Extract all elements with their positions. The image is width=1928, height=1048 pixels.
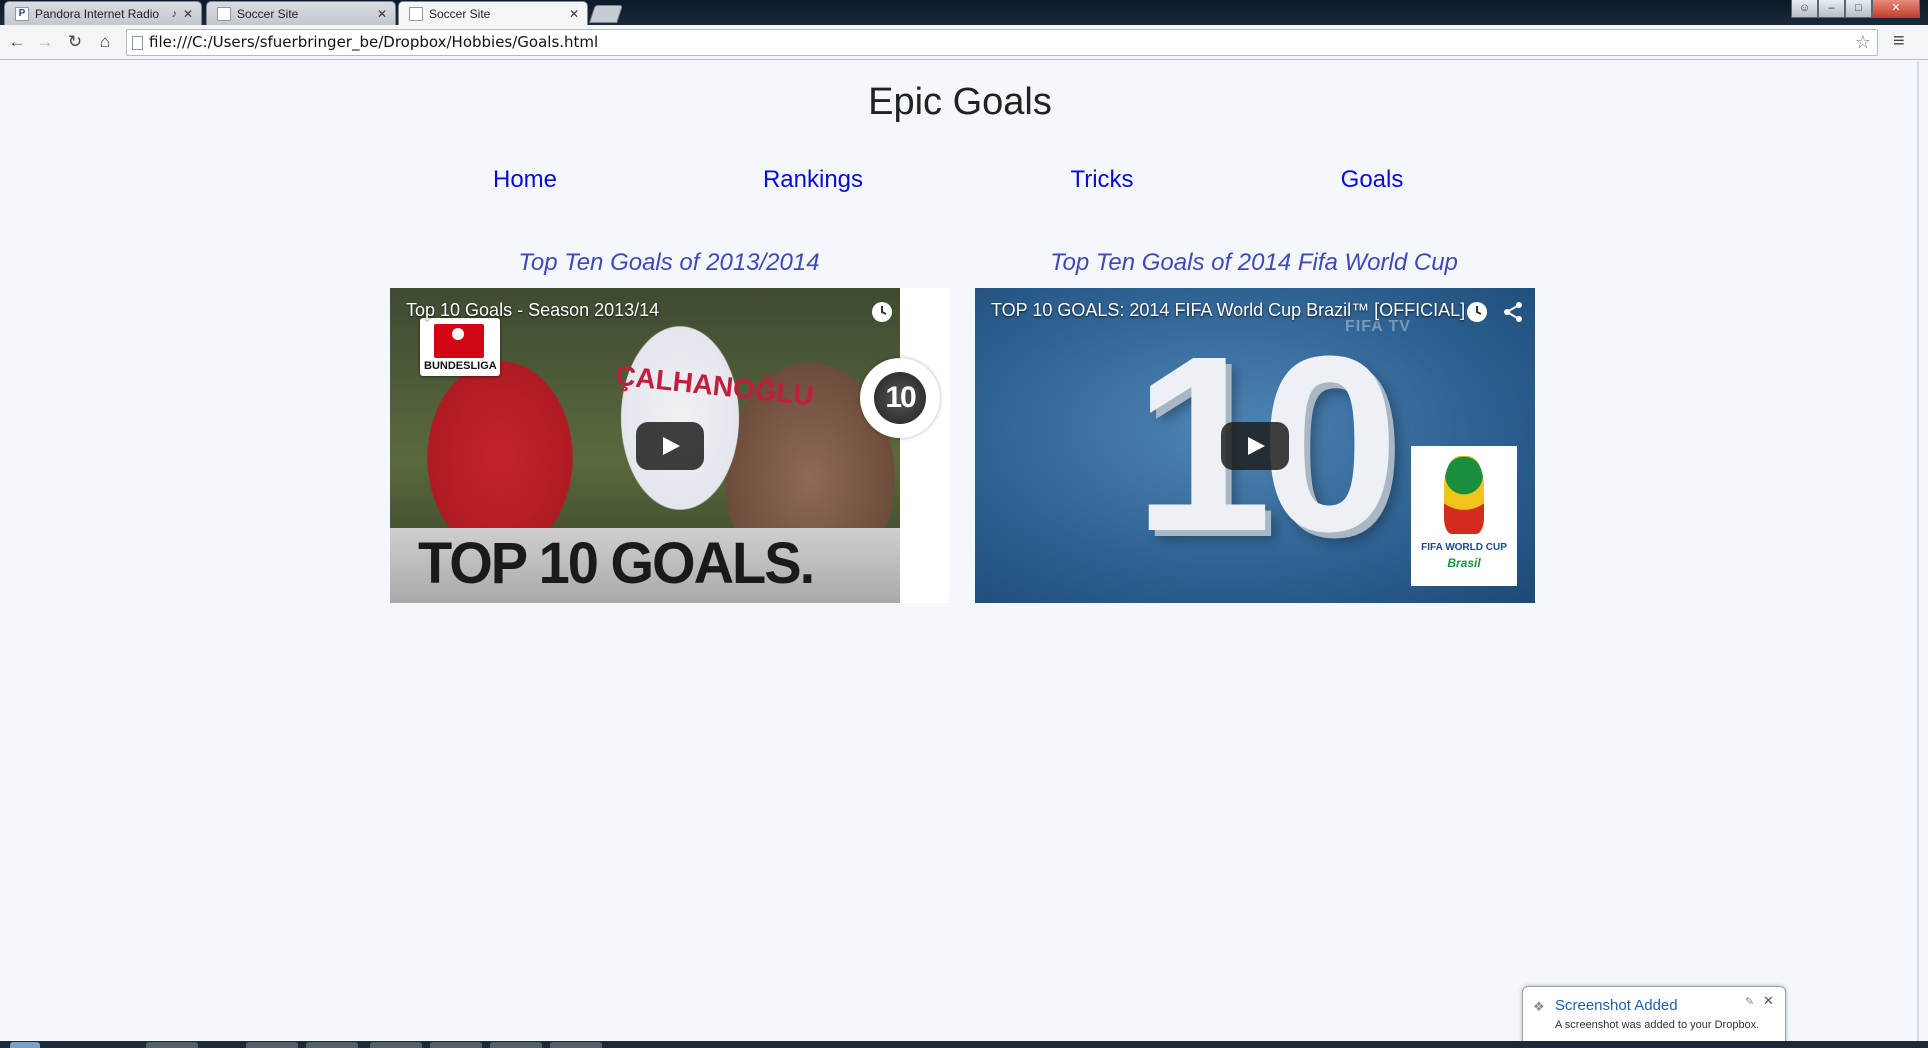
tab-label: Soccer Site: [429, 6, 491, 21]
page-title: Epic Goals: [868, 81, 1052, 123]
back-arrow-icon[interactable]: ←: [6, 31, 28, 53]
notification-title: Screenshot Added: [1555, 997, 1678, 1014]
video-title[interactable]: Top 10 Goals - Season 2013/14: [406, 300, 659, 321]
reload-icon[interactable]: ↻: [64, 31, 86, 53]
play-button[interactable]: [1221, 422, 1289, 470]
maximize-button[interactable]: □: [1845, 0, 1872, 18]
world-cup-logo: FIFA WORLD CUP Brasil: [1411, 446, 1517, 586]
start-button[interactable]: [10, 1042, 40, 1048]
bundesliga-logo-text: BUNDESLIGA: [424, 360, 497, 372]
menu-icon[interactable]: ≡: [1893, 30, 1905, 53]
scrollbar-rail: [1917, 61, 1919, 1041]
world-cup-logo-subtext: Brasil: [1447, 556, 1481, 570]
taskbar: [0, 1041, 1928, 1048]
browser-toolbar: ← → ↻ ⌂ file:///C:/Users/sfuerbringer_be…: [0, 25, 1928, 60]
taskbar-item[interactable]: [146, 1042, 198, 1048]
share-icon[interactable]: [906, 300, 930, 324]
pin-icon[interactable]: ✎: [1745, 995, 1754, 1008]
dropbox-notification[interactable]: ❖ Screenshot Added A screenshot was adde…: [1522, 986, 1786, 1042]
video-heading-world-cup: Top Ten Goals of 2014 Fifa World Cup: [1050, 249, 1458, 276]
notification-message: A screenshot was added to your Dropbox.: [1555, 1019, 1760, 1031]
nav-tricks-link[interactable]: Tricks: [1070, 166, 1133, 194]
minimize-button[interactable]: –: [1818, 0, 1845, 18]
tab-close-icon[interactable]: ✕: [375, 7, 389, 21]
taskbar-item[interactable]: [306, 1042, 358, 1048]
taskbar-item[interactable]: [370, 1042, 422, 1048]
page-favicon-icon: [409, 6, 423, 21]
bundesliga-mark-icon: [434, 324, 484, 358]
vertical-scrollbar[interactable]: [1908, 61, 1928, 1041]
page-content: Epic Goals Home Rankings Tricks Goals To…: [0, 61, 1908, 1041]
forward-arrow-icon[interactable]: →: [34, 31, 56, 53]
video-title[interactable]: TOP 10 GOALS: 2014 FIFA World Cup Brazil…: [991, 300, 1465, 321]
new-tab-button[interactable]: [589, 5, 623, 23]
tab-label: Soccer Site: [237, 6, 299, 21]
watch-later-clock-icon[interactable]: [870, 300, 894, 324]
top-ten-badge: 10: [860, 358, 940, 438]
url-text[interactable]: file:///C:/Users/sfuerbringer_be/Dropbox…: [149, 30, 598, 55]
video-embed-world-cup[interactable]: 10 FIFA TV FIFA WORLD CUP Brasil TOP 10 …: [975, 288, 1535, 603]
address-bar[interactable]: file:///C:/Users/sfuerbringer_be/Dropbox…: [126, 29, 1878, 56]
thumbnail-banner-text: TOP 10 GOALS.: [418, 529, 815, 596]
audio-playing-icon: ♪: [171, 7, 178, 20]
tab-pandora[interactable]: P Pandora Internet Radio ♪ ✕: [4, 1, 202, 25]
user-icon[interactable]: ☺: [1791, 0, 1818, 18]
badge-number: 10: [874, 372, 926, 424]
tab-soccer-site-1[interactable]: Soccer Site ✕: [206, 1, 396, 25]
nav-rankings-link[interactable]: Rankings: [763, 166, 863, 194]
bookmark-star-icon[interactable]: ☆: [1855, 32, 1871, 53]
tab-soccer-site-active[interactable]: Soccer Site ✕: [398, 1, 588, 25]
taskbar-item[interactable]: [246, 1042, 298, 1048]
video-heading-2013-2014: Top Ten Goals of 2013/2014: [518, 249, 820, 276]
watch-later-clock-icon[interactable]: [1465, 300, 1489, 324]
play-button[interactable]: [636, 422, 704, 470]
page-icon: [132, 36, 143, 50]
notification-close-icon[interactable]: ✕: [1763, 993, 1774, 1009]
world-cup-logo-text: FIFA WORLD CUP: [1421, 542, 1507, 553]
pandora-favicon-icon: P: [15, 6, 29, 21]
tab-close-icon[interactable]: ✕: [181, 7, 195, 21]
tab-close-icon[interactable]: ✕: [567, 7, 581, 21]
taskbar-item[interactable]: [550, 1042, 602, 1048]
nav-goals-link[interactable]: Goals: [1341, 166, 1404, 194]
page-favicon-icon: [217, 6, 231, 21]
video-embed-bundesliga[interactable]: ÇALHANOĞLU BUNDESLIGA 10 TOP 10 GOALS. T…: [390, 288, 950, 603]
bundesliga-logo: BUNDESLIGA: [420, 318, 500, 376]
home-icon[interactable]: ⌂: [94, 31, 116, 53]
taskbar-item[interactable]: [430, 1042, 482, 1048]
tab-strip: P Pandora Internet Radio ♪ ✕ Soccer Site…: [0, 0, 1928, 25]
nav-home-link[interactable]: Home: [493, 166, 557, 194]
close-window-button[interactable]: ✕: [1872, 0, 1920, 18]
taskbar-item[interactable]: [490, 1042, 542, 1048]
world-cup-trophy-icon: [1444, 456, 1484, 534]
window-controls: ☺ – □ ✕: [1791, 0, 1920, 18]
share-icon[interactable]: [1501, 300, 1525, 324]
tab-label: Pandora Internet Radio: [35, 6, 160, 21]
dropbox-icon: ❖: [1533, 999, 1545, 1014]
